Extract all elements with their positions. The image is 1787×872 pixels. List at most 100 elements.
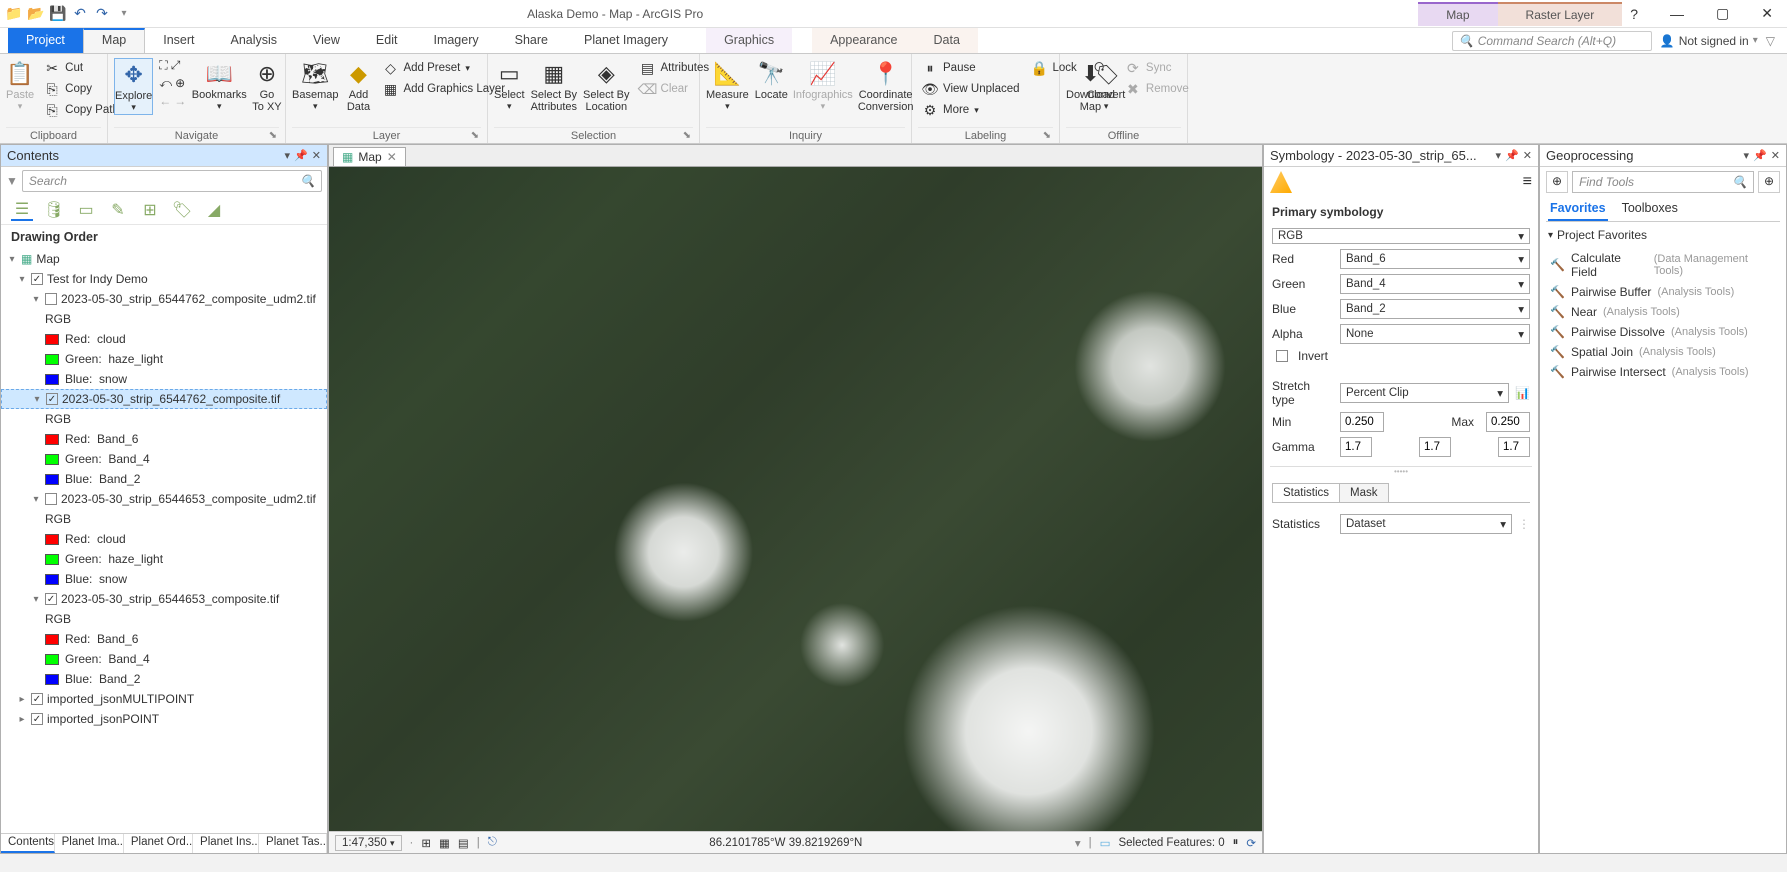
min-input[interactable]	[1340, 412, 1384, 432]
tab-view[interactable]: View	[295, 28, 358, 53]
layer-checkbox[interactable]	[31, 713, 43, 725]
tab-map[interactable]: Map	[83, 28, 145, 53]
pin-icon[interactable]: 📌	[1505, 149, 1519, 162]
layer-node[interactable]: ▸imported_jsonMULTIPOINT	[1, 689, 327, 709]
hamburger-icon[interactable]: ≡	[1523, 173, 1532, 191]
alpha-band-select[interactable]: None▾	[1340, 324, 1530, 344]
basemap-button[interactable]: 🗺Basemap▾	[292, 58, 338, 113]
contents-menu-icon[interactable]: ▾	[285, 149, 291, 162]
snap-icon[interactable]: ⎋	[488, 836, 497, 849]
list-source-icon[interactable]: 🛢	[43, 199, 65, 221]
infographics-button[interactable]: 📈Infographics▾	[794, 58, 852, 113]
explore-button[interactable]: ✥Explore▾	[114, 58, 153, 115]
tab-insert[interactable]: Insert	[145, 28, 212, 53]
zoom-in-icon[interactable]: ⊕	[175, 76, 185, 91]
tab-graphics[interactable]: Graphics	[706, 28, 792, 53]
coordinate-conversion-button[interactable]: 📍Coordinate Conversion	[858, 58, 914, 115]
contents-tree[interactable]: ▾▦Map▾Test for Indy Demo▾2023-05-30_stri…	[1, 249, 327, 833]
download-map-button[interactable]: ⬇Download Map	[1066, 58, 1115, 115]
status-tool-icon2[interactable]: ▦	[439, 836, 450, 850]
goto-xy-button[interactable]: ⊕Go To XY	[252, 58, 281, 115]
prev-extent-icon[interactable]: ⤺	[159, 76, 172, 91]
status-tool-icon[interactable]: ⊞	[421, 836, 431, 850]
close-pane-icon[interactable]: ✕	[1523, 149, 1532, 162]
list-drawing-order-icon[interactable]: ☰	[11, 199, 33, 221]
add-tool-icon[interactable]: ⊕	[1758, 171, 1780, 193]
pause-drawing-icon[interactable]: ⏸	[1233, 836, 1239, 849]
mask-tab[interactable]: Mask	[1339, 483, 1388, 502]
group-layer-node[interactable]: ▾Test for Indy Demo	[1, 269, 327, 289]
full-extent-icon[interactable]: ⛶	[159, 58, 167, 73]
find-tools-input[interactable]: Find Tools🔍	[1572, 171, 1754, 193]
layer-checkbox[interactable]	[45, 293, 57, 305]
locate-button[interactable]: 🔭Locate	[755, 58, 788, 104]
statistics-tab[interactable]: Statistics	[1272, 483, 1340, 502]
map-node[interactable]: ▾▦Map	[1, 249, 327, 269]
sync-button[interactable]: ⟳Sync	[1121, 58, 1193, 78]
tool-item[interactable]: 🔨Near (Analysis Tools)	[1546, 302, 1780, 322]
layer-checkbox[interactable]	[45, 493, 57, 505]
measure-button[interactable]: 📐Measure▾	[706, 58, 749, 113]
layer-node[interactable]: ▸imported_jsonPOINT	[1, 709, 327, 729]
refresh-icon[interactable]: ⟳	[1246, 836, 1256, 850]
list-snapping-icon[interactable]: ⊞	[139, 199, 161, 221]
tab-edit[interactable]: Edit	[358, 28, 416, 53]
select-button[interactable]: ▭Select▾	[494, 58, 525, 113]
statistics-select[interactable]: Dataset▾	[1340, 514, 1512, 534]
max-input[interactable]	[1486, 412, 1530, 432]
blue-band-select[interactable]: Band_2▾	[1340, 299, 1530, 319]
tool-item[interactable]: 🔨Spatial Join (Analysis Tools)	[1546, 342, 1780, 362]
chevron-down-icon[interactable]: ▾	[1548, 230, 1553, 241]
list-selection-icon[interactable]: ▭	[75, 199, 97, 221]
view-unplaced-button[interactable]: 👁View Unplaced	[918, 79, 1024, 99]
contents-search-input[interactable]: Search🔍	[22, 170, 322, 192]
layer-node[interactable]: ▾2023-05-30_strip_6544762_composite.tif	[1, 389, 327, 409]
pin-icon[interactable]: 📌	[294, 149, 308, 162]
select-by-attributes-button[interactable]: ▦Select By Attributes	[531, 58, 577, 115]
bottom-tab[interactable]: Planet Ima...	[55, 834, 124, 853]
fixed-zoom-icon[interactable]: ⤢	[171, 58, 181, 73]
bookmarks-button[interactable]: 📖Bookmarks▾	[192, 58, 246, 113]
status-tool-icon3[interactable]: ▤	[458, 836, 469, 850]
tool-item[interactable]: 🔨Pairwise Dissolve (Analysis Tools)	[1546, 322, 1780, 342]
help-button[interactable]: ?	[1622, 4, 1646, 24]
contents-pane-header[interactable]: Contents ▾📌✕	[1, 145, 327, 167]
bottom-tab[interactable]: Planet Ord...	[124, 834, 193, 853]
tool-item[interactable]: 🔨Pairwise Buffer (Analysis Tools)	[1546, 282, 1780, 302]
tab-appearance[interactable]: Appearance	[812, 28, 915, 53]
invert-checkbox[interactable]	[1276, 350, 1288, 362]
red-band-select[interactable]: Band_6▾	[1340, 249, 1530, 269]
tab-share[interactable]: Share	[497, 28, 566, 53]
map-scale-input[interactable]: 1:47,350 ▾	[335, 835, 402, 851]
gamma-r-input[interactable]	[1340, 437, 1372, 457]
tool-item[interactable]: 🔨Pairwise Intersect (Analysis Tools)	[1546, 362, 1780, 382]
tab-project[interactable]: Project	[8, 28, 83, 53]
sym-menu-icon[interactable]: ▾	[1496, 149, 1502, 162]
remove-offline-button[interactable]: ✖Remove	[1121, 79, 1193, 99]
list-labeling-icon[interactable]: 🏷	[171, 199, 193, 221]
bottom-tab[interactable]: Planet Ins...	[193, 834, 259, 853]
fwd-icon[interactable]: →	[174, 94, 186, 108]
stretch-type-select[interactable]: Percent Clip▾	[1340, 383, 1509, 403]
more-labeling-button[interactable]: ⚙More ▾	[918, 100, 1024, 120]
tab-planet-imagery[interactable]: Planet Imagery	[566, 28, 686, 53]
symbology-type-icon[interactable]	[1270, 171, 1292, 193]
notifications-icon[interactable]: ▽	[1766, 34, 1775, 48]
layer-node[interactable]: ▾2023-05-30_strip_6544653_composite_udm2…	[1, 489, 327, 509]
toolboxes-tab[interactable]: Toolboxes	[1620, 197, 1680, 221]
signin-button[interactable]: 👤 Not signed in ▾	[1660, 34, 1758, 48]
pause-labeling-button[interactable]: ⏸Pause	[918, 58, 1024, 78]
bottom-tab[interactable]: Planet Tas...	[259, 834, 327, 853]
map-canvas[interactable]	[329, 167, 1262, 831]
paste-button[interactable]: 📋Paste▾	[6, 58, 34, 113]
list-perspective-icon[interactable]: ◢	[203, 199, 225, 221]
symbology-pane-header[interactable]: Symbology - 2023-05-30_strip_65... ▾📌✕	[1264, 145, 1538, 167]
layer-node[interactable]: ▾2023-05-30_strip_6544762_composite_udm2…	[1, 289, 327, 309]
geo-menu-icon[interactable]: ▾	[1744, 149, 1750, 162]
list-editing-icon[interactable]: ✎	[107, 199, 129, 221]
gamma-b-input[interactable]	[1498, 437, 1530, 457]
close-button[interactable]: ✕	[1753, 3, 1781, 24]
tab-imagery[interactable]: Imagery	[415, 28, 496, 53]
layer-checkbox[interactable]	[31, 693, 43, 705]
close-pane-icon[interactable]: ✕	[312, 149, 321, 162]
